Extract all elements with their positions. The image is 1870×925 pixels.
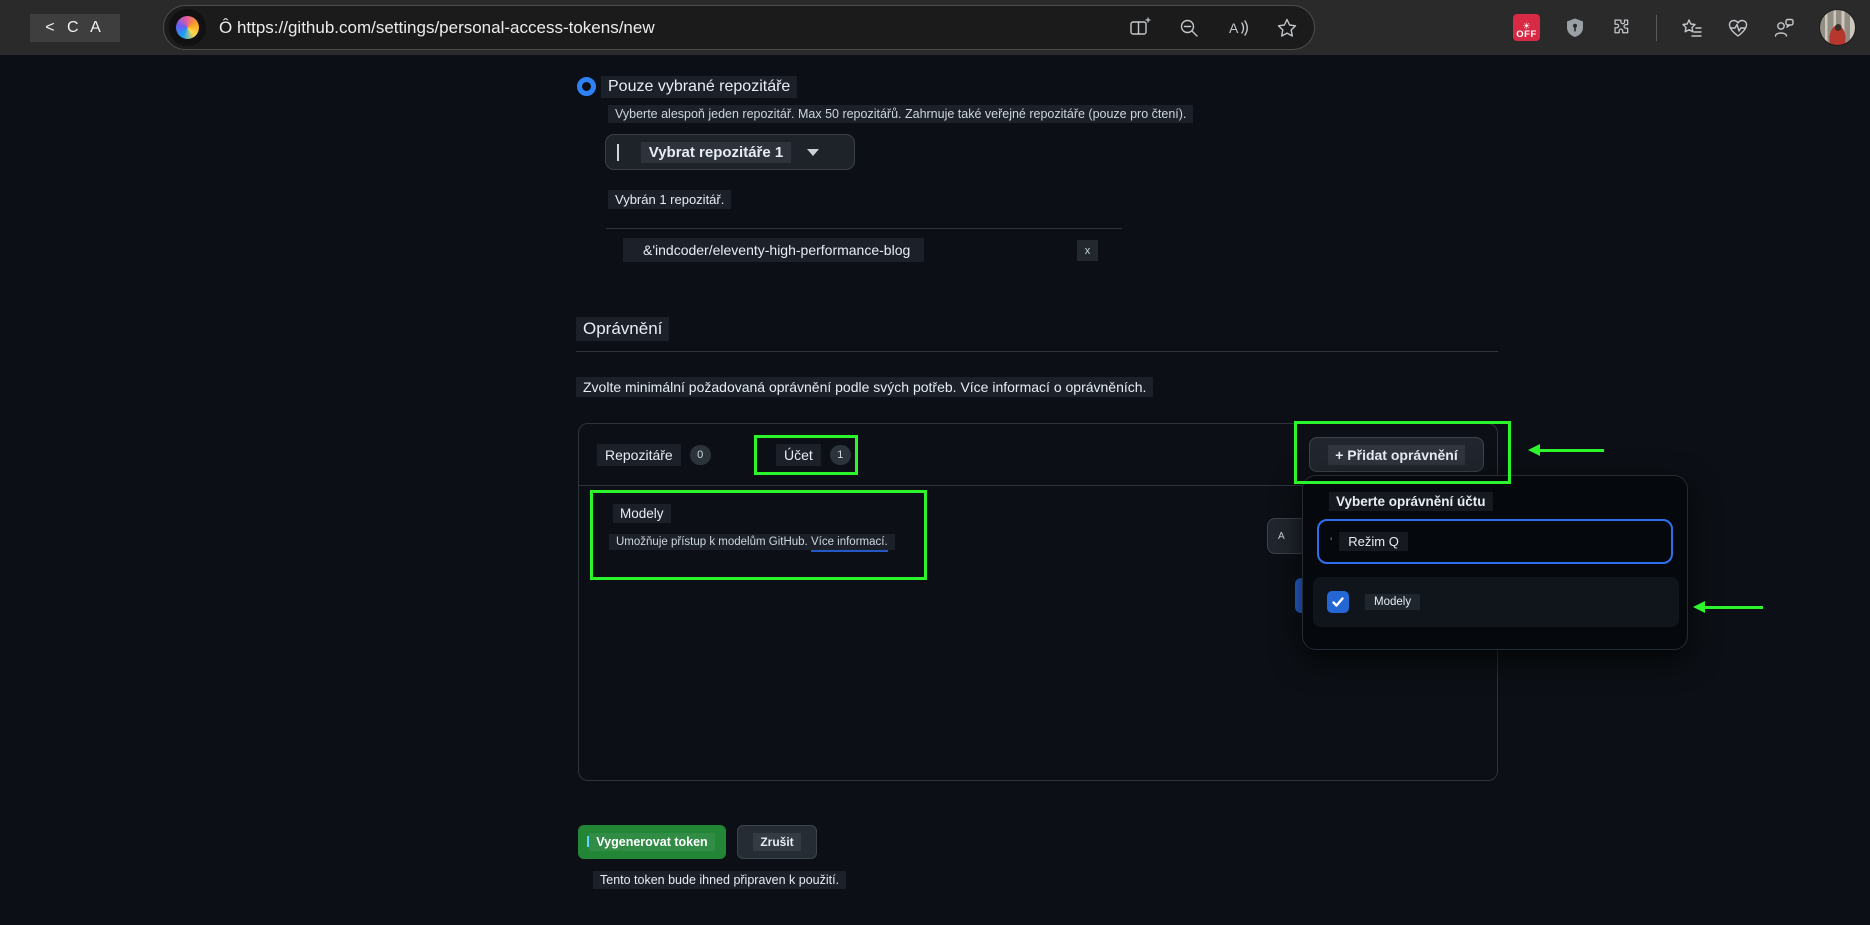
select-repositories-button[interactable]: Vybrat repozitáře 1 [605,134,855,170]
annotation-arrow-models-option [1693,601,1763,613]
add-permission-button[interactable]: + Přidat oprávnění [1309,437,1484,472]
permissions-divider [576,351,1498,352]
extensions-puzzle-icon[interactable] [1610,17,1632,39]
browser-essentials-heart-icon[interactable] [1727,17,1749,39]
models-info-link[interactable]: Více informací. [810,536,888,552]
collections-star-icon[interactable] [1681,17,1703,39]
repo-list-divider [606,228,1122,229]
models-option-label: Modely [1365,594,1421,610]
read-aloud-icon[interactable]: A [1227,17,1249,39]
annotation-arrow-add-permission [1528,444,1604,456]
selected-count-note: Vybrán 1 repozitář. [608,190,732,209]
zoom-out-icon[interactable] [1178,17,1200,39]
cursor-artifact [587,836,589,847]
repositories-count-badge: 0 [689,444,711,465]
permission-search-input[interactable]: ' Režim Q [1317,519,1673,564]
token-ready-note: Tento token bude ihned připraven k použi… [593,871,847,889]
permissions-heading: Oprávnění [576,317,670,341]
account-permissions-dropdown: Vyberte oprávnění účtu ' Režim Q Modely [1302,475,1688,650]
chevron-down-icon [807,148,820,156]
permissions-description: Zvolte minimální požadovaná oprávnění po… [576,377,1154,397]
selected-repo-name: &'indcoder/eleventy-high-performance-blo… [623,238,925,262]
split-screen-icon[interactable] [1129,16,1151,39]
remove-repo-button[interactable]: x [1077,240,1098,261]
browser-nav-buttons[interactable]: < C A [30,14,120,42]
address-bar[interactable]: Ô https://github.com/settings/personal-a… [163,5,1315,50]
favorite-star-icon[interactable] [1276,17,1298,39]
cancel-button[interactable]: Zrušit [737,825,817,859]
browser-chrome: < C A Ô https://github.com/settings/pers… [0,0,1870,55]
tab-account[interactable]: Účet 1 [776,443,851,466]
shield-extension-icon[interactable] [1564,17,1586,39]
svg-text:A: A [1229,20,1239,36]
permission-item-title: Modely [613,504,671,523]
generate-token-button[interactable]: Vygenerovat token [578,825,726,859]
url-text[interactable]: Ô https://github.com/settings/personal-a… [219,18,655,38]
search-cursor: ' [1330,534,1333,549]
repo-selection-hint: Vyberte alespoň jeden repozitář. Max 50 … [608,105,1194,123]
toolbar-divider [1656,14,1657,41]
account-count-badge: 1 [829,444,851,465]
tab-repositories[interactable]: Repozitáře 0 [597,443,711,466]
text-cursor-artifact [617,144,619,161]
checked-checkbox-icon[interactable] [1327,591,1349,613]
selected-repos-radio-label: Pouze vybrané repozitáře [601,76,798,98]
feedback-person-icon[interactable] [1773,17,1795,39]
selected-repos-radio[interactable] [577,77,596,96]
github-token-page: Pouze vybrané repozitáře Vyberte alespoň… [0,55,1870,925]
browser-profile-avatar[interactable] [1819,9,1856,46]
copilot-icon[interactable] [169,9,206,46]
dropdown-title: Vyberte oprávnění účtu [1329,492,1493,511]
models-option-row[interactable]: Modely [1313,577,1679,627]
extension-off-icon[interactable]: ☀ OFF [1513,14,1540,41]
permissions-info-link[interactable]: Více informací o oprávněních. [960,379,1146,395]
permission-item-description: Umožňuje přístup k modelům GitHub. Více … [609,534,895,552]
